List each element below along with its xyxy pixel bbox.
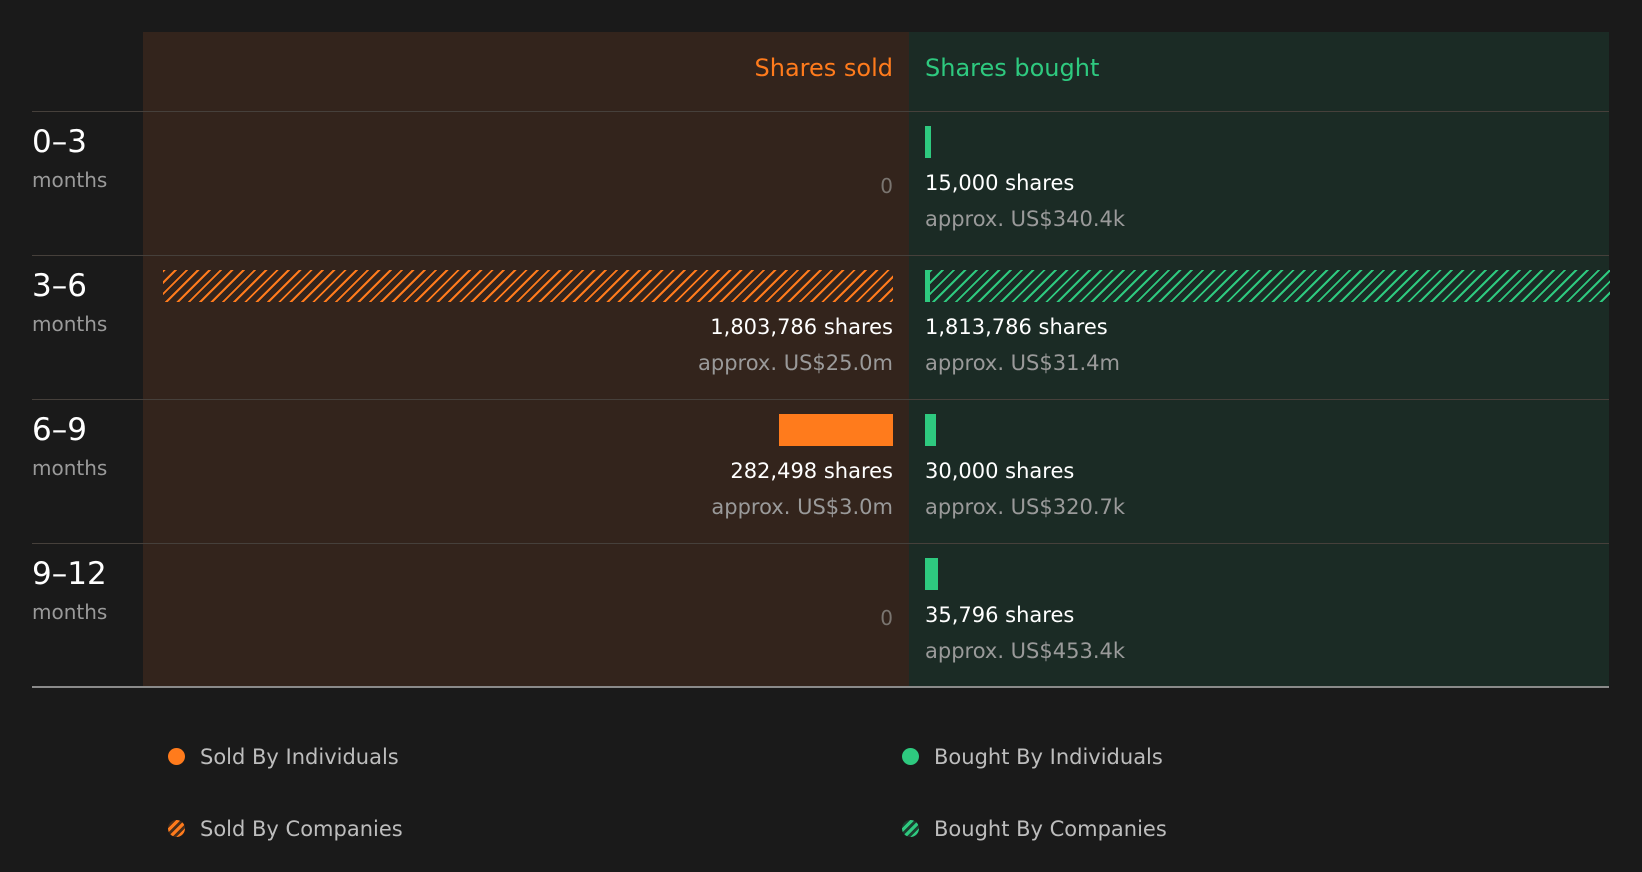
solid-orange-dot-icon <box>168 748 185 765</box>
period-label: 6–9 <box>32 412 87 448</box>
period-unit: months <box>32 312 108 336</box>
shares-sold-header: Shares sold <box>754 54 893 82</box>
bought-shares-label: 1,813,786 shares <box>925 315 1108 339</box>
period-row-0-3: 0–3 months 0 15,000 shares approx. US$34… <box>0 111 1642 255</box>
legend-label: Bought By Companies <box>934 817 1167 841</box>
sold-zero-label: 0 <box>880 606 893 630</box>
period-label: 3–6 <box>32 268 87 304</box>
period-unit: months <box>32 456 108 480</box>
bought-bar <box>925 558 939 590</box>
sold-bar <box>163 270 893 302</box>
sold-shares-label: 1,803,786 shares <box>710 315 893 339</box>
period-row-6-9: 6–9 months 282,498 shares approx. US$3.0… <box>0 399 1642 543</box>
bought-shares-label: 30,000 shares <box>925 459 1075 483</box>
bought-bar <box>930 270 1611 302</box>
period-label: 9–12 <box>32 556 107 592</box>
sold-value-label: approx. US$25.0m <box>698 351 893 375</box>
sold-value-label: approx. US$3.0m <box>711 495 893 519</box>
bought-value-label: approx. US$340.4k <box>925 207 1126 231</box>
bought-bar <box>925 126 931 158</box>
legend-label: Sold By Individuals <box>200 745 399 769</box>
bought-bar <box>925 414 937 446</box>
shares-bought-header: Shares bought <box>925 54 1100 82</box>
insider-trading-chart: Shares sold Shares bought 0–3 months 0 1… <box>0 0 1642 872</box>
period-unit: months <box>32 168 108 192</box>
solid-green-dot-icon <box>902 748 919 765</box>
legend-label: Bought By Individuals <box>934 745 1163 769</box>
bought-shares-label: 15,000 shares <box>925 171 1075 195</box>
hatched-green-dot-icon <box>902 820 919 837</box>
bought-value-label: approx. US$453.4k <box>925 639 1126 663</box>
sold-shares-label: 282,498 shares <box>730 459 893 483</box>
period-row-9-12: 9–12 months 0 35,796 shares approx. US$4… <box>0 543 1642 687</box>
hatched-orange-dot-icon <box>168 820 185 837</box>
bought-shares-label: 35,796 shares <box>925 603 1075 627</box>
period-row-3-6: 3–6 months 1,803,786 shares approx. US$2… <box>0 255 1642 399</box>
bought-value-label: approx. US$320.7k <box>925 495 1126 519</box>
legend-label: Sold By Companies <box>200 817 403 841</box>
sold-bar <box>778 414 893 446</box>
period-unit: months <box>32 600 108 624</box>
sold-zero-label: 0 <box>880 174 893 198</box>
bought-value-label: approx. US$31.4m <box>925 351 1120 375</box>
period-label: 0–3 <box>32 124 87 160</box>
